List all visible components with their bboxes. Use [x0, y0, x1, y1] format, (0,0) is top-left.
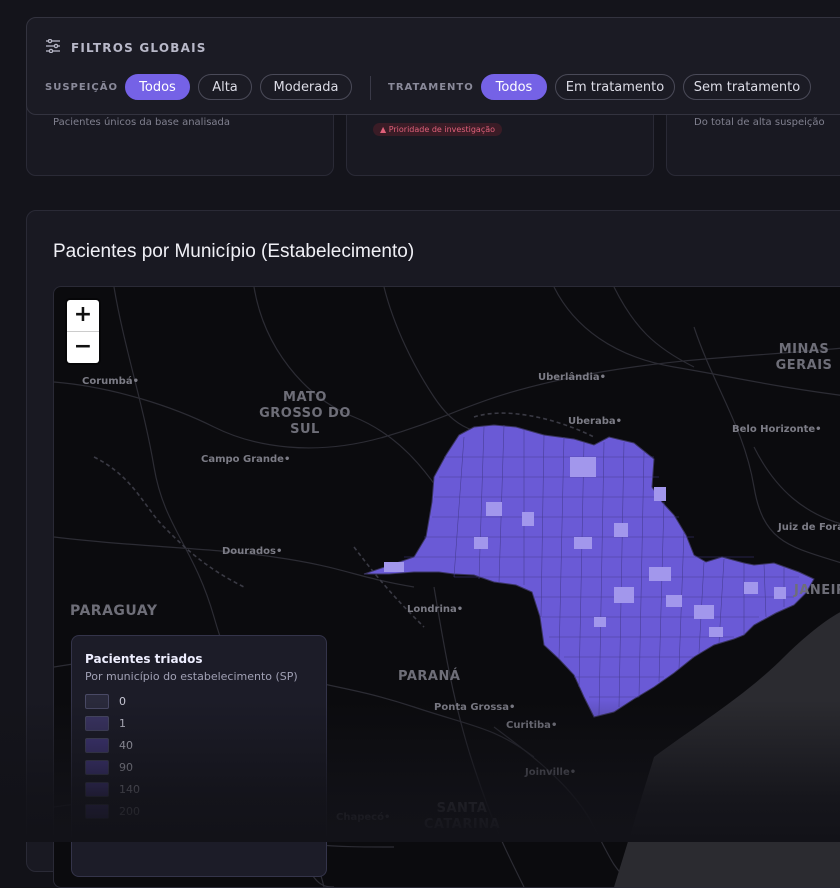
filters-header: FILTROS GLOBAIS — [45, 38, 207, 56]
legend-item: 0 — [85, 694, 126, 709]
legend-swatch — [85, 782, 109, 797]
legend-item: 40 — [85, 738, 133, 753]
map-label-paraguay: PARAGUAY — [70, 603, 158, 619]
legend-item: 200 — [85, 804, 140, 819]
legend-item: 140 — [85, 782, 140, 797]
stat-card-subtitle: Pacientes únicos da base analisada — [53, 117, 231, 128]
global-filters-panel: FILTROS GLOBAIS SUSPEIÇÃO Todos Alta Mod… — [26, 17, 840, 115]
map-label-belo-horizonte: Belo Horizonte• — [732, 424, 822, 435]
filters-divider — [370, 76, 371, 100]
map-label-dourados: Dourados• — [222, 546, 283, 557]
legend-swatch — [85, 804, 109, 819]
legend-swatch — [85, 738, 109, 753]
zoom-in-button[interactable]: + — [67, 300, 99, 332]
map-label-uberlandia: Uberlândia• — [538, 372, 607, 383]
zoom-controls: + − — [67, 300, 99, 363]
map-label-mato-grosso-do-sul: MATO GROSSO DO SUL — [259, 390, 351, 437]
map-label-minas-gerais: MINAS GERAIS — [775, 342, 833, 373]
zoom-out-button[interactable]: − — [67, 332, 99, 363]
legend-title: Pacientes triados — [85, 652, 203, 666]
map-label-londrina: Londrina• — [407, 604, 464, 615]
suspicion-moderada-button[interactable]: Moderada — [260, 74, 352, 100]
suspicion-alta-button[interactable]: Alta — [198, 74, 252, 100]
map-title: Pacientes por Município (Estabelecimento… — [53, 241, 415, 262]
legend-swatch — [85, 694, 109, 709]
map-label-parana: PARANÁ — [398, 669, 461, 684]
legend-swatch — [85, 760, 109, 775]
suspicion-todos-button[interactable]: Todos — [125, 74, 190, 100]
map-legend: Pacientes triados Por município do estab… — [71, 635, 327, 877]
map-label-juiz-de-fora: Juiz de Fora — [778, 522, 840, 533]
map-label-campo-grande: Campo Grande• — [201, 454, 291, 465]
map-label-uberaba: Uberaba• — [568, 416, 623, 427]
suspicion-filter-label: SUSPEIÇÃO — [45, 82, 118, 93]
stat-card-subtitle: Do total de alta suspeição — [694, 117, 825, 128]
treatment-em-tratamento-button[interactable]: Em tratamento — [555, 74, 675, 100]
map-label-chapeco: Chapecó• — [336, 812, 391, 823]
map-label-joinville: Joinville• — [525, 767, 577, 778]
treatment-sem-tratamento-button[interactable]: Sem tratamento — [683, 74, 811, 100]
legend-item: 1 — [85, 716, 126, 731]
priority-badge: ▲ Prioridade de investigação — [373, 123, 503, 136]
filters-title: FILTROS GLOBAIS — [71, 40, 207, 55]
legend-subtitle: Por município do estabelecimento (SP) — [85, 670, 298, 683]
legend-swatch — [85, 716, 109, 731]
map-label-ponta-grossa: Ponta Grossa• — [434, 702, 516, 713]
map-label-santa-catarina: SANTA CATARINA — [423, 801, 501, 832]
map-label-rio-de-janeiro: JANEIRO — [794, 583, 840, 598]
sliders-icon — [45, 38, 61, 56]
map-label-curitiba: Curitiba• — [506, 720, 558, 731]
legend-item: 90 — [85, 760, 133, 775]
municipality-map[interactable]: + − Corumbá• MATO GROSSO DO SUL Campo Gr… — [53, 286, 840, 888]
treatment-filter-label: TRATAMENTO — [388, 82, 474, 93]
treatment-todos-button[interactable]: Todos — [481, 74, 547, 100]
map-label-corumba: Corumbá• — [82, 376, 139, 387]
map-card: Pacientes por Município (Estabelecimento… — [26, 210, 840, 888]
